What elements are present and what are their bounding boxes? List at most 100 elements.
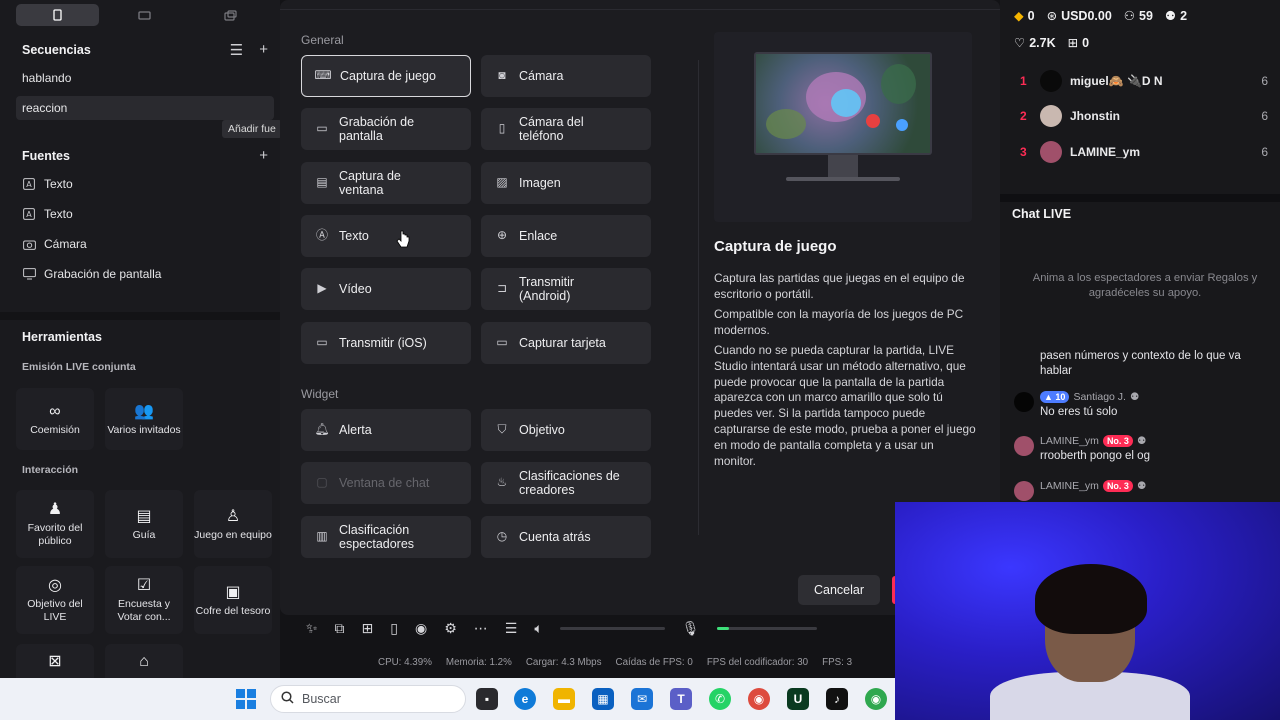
rank-badge: No. 3 [1102,480,1133,493]
add-source-icon[interactable]: + [259,147,268,164]
audience-icon: ♟ [47,501,63,519]
store-icon[interactable]: ▦ [592,688,614,710]
dual-tab[interactable] [189,4,272,26]
source-item[interactable]: Grabación de pantalla [22,267,161,281]
option-game-capture[interactable]: ⌨ Captura de juego [301,55,471,97]
scenes-title: Secuencias [22,43,91,57]
tool-more-2[interactable]: ⌂ [105,644,183,678]
scene-item-hablando[interactable]: hablando [16,66,274,90]
option-window-capture[interactable]: ▤ Captura de ventana [301,162,471,204]
guests-stat: ⚉ 2 [1164,9,1188,23]
add-scene-icon[interactable]: + [259,41,268,59]
avatar [1014,392,1034,412]
folder-icon[interactable]: ▬ [553,688,575,710]
likes-stat: ♡ 2.7K [1014,36,1056,50]
camera-icon: ◙ [498,68,506,83]
tool-poll[interactable]: ☑ Encuesta y Votar con... [105,566,183,634]
ranking-row[interactable]: 3 LAMINE_ym 6 [1020,138,1268,166]
option-chat-window: ▢ Ventana de chat [301,462,471,504]
option-video[interactable]: ▶ Vídeo [301,268,471,310]
tool-team-game[interactable]: ♙ Juego en equipo [194,490,272,558]
whatsapp-icon[interactable]: ✆ [709,688,731,710]
avatar [1040,141,1062,163]
tool-more-1[interactable]: ⊠ [16,644,94,678]
option-phone-camera[interactable]: ▯ Cámara del teléfono [481,108,651,150]
podium-icon: ▥ [316,529,328,544]
option-creator-rankings[interactable]: ♨ Clasificaciones de creadores [481,462,651,504]
volume-slider[interactable] [559,626,665,630]
source-item[interactable]: Cámara [22,237,87,251]
usd-stat: ⊛ USD0.00 [1046,9,1112,23]
coin-icon: ⊛ [1046,9,1058,23]
tool-multi-guest[interactable]: 👥 Varios invitados [105,388,183,450]
layout-tabs [16,4,272,26]
poll-icon: ☑ [136,577,152,595]
option-cast-android[interactable]: ⊐ Transmitir (Android) [481,268,651,310]
option-viewer-ranking[interactable]: ▥ Clasificación espectadores [301,516,471,558]
tool-guide[interactable]: ▤ Guía [105,490,183,558]
mic-icon[interactable]: 🎙︎ [682,620,700,637]
tool-live-goal[interactable]: ◎ Objetivo del LIVE [16,566,94,634]
layout-icon[interactable]: ⊞ [362,620,374,637]
scene-item-reaccion[interactable]: reaccion [16,96,274,120]
option-countdown[interactable]: ◷ Cuenta atrás [481,516,651,558]
mail-icon[interactable]: ✉ [631,688,653,710]
option-cast-ios[interactable]: ▭ Transmitir (iOS) [301,322,471,364]
windows-start-icon[interactable] [236,689,256,709]
guide-icon: ▤ [136,507,152,525]
list-icon[interactable]: ☰ [230,41,243,59]
mixer-icon[interactable]: ☰ [505,620,518,637]
webcam-feed [895,502,1280,720]
landscape-tab[interactable] [103,4,186,26]
teams-icon[interactable]: T [670,688,692,710]
mic-level-bar[interactable] [716,626,817,630]
app-u-icon[interactable]: U [787,688,809,710]
settings-icon[interactable]: ⚙ [444,620,457,637]
follow-icon[interactable]: ⚉ [1130,390,1139,405]
detail-paragraph: Captura las partidas que juegas en el eq… [714,271,965,301]
follow-icon[interactable]: ⚉ [1137,434,1146,449]
option-image[interactable]: ▨ Imagen [481,162,651,204]
divider [698,60,699,535]
ranking-row[interactable]: 1 miguel🙈 🔌D N 6 [1020,67,1268,95]
tool-coemision[interactable]: ∞ Coemisión [16,388,94,450]
taskbar-search[interactable]: Buscar [270,685,466,713]
ranking-row[interactable]: 2 Jhonstin 6 [1020,102,1268,130]
gamepad-icon: ⌨ [314,68,332,83]
portrait-tab[interactable] [16,4,99,26]
phone-icon[interactable]: ▯ [390,620,398,637]
option-alert[interactable]: 🔔︎ Alerta [301,409,471,451]
bell-icon: 🔔︎ [314,422,330,437]
text-icon: Ⓐ [315,228,328,243]
chat-message: LAMINE_ym No. 3 ⚉ rrooberth pongo el og [1014,434,1272,463]
tiktok-live-icon[interactable]: ♪ [826,688,848,710]
option-camera[interactable]: ◙ Cámara [481,55,651,97]
source-item[interactable]: A Texto [22,177,73,191]
record-icon[interactable]: ◉ [415,620,427,637]
option-text[interactable]: Ⓐ Texto [301,215,471,257]
speaker-icon[interactable]: 🔈︎ [534,620,542,637]
option-capture-card[interactable]: ▭ Capturar tarjeta [481,322,651,364]
left-panel: Secuencias ☰ + hablando reaccion Añadir … [0,0,282,678]
gifts-stat: ⊞ 0 [1067,36,1090,50]
more-icon[interactable]: ⋯ [474,620,488,637]
rank-badge: No. 3 [1102,435,1133,448]
effects-icon[interactable]: ⧉ [335,620,345,637]
tool-treasure-chest[interactable]: ▣ Cofre del tesoro [194,566,272,634]
cancel-button[interactable]: Cancelar [798,575,880,605]
chrome-profile-icon[interactable]: ◉ [865,688,887,710]
magic-icon[interactable]: ✨︎ [306,620,318,637]
tool-audience-favorite[interactable]: ♟ Favorito del público [16,490,94,558]
option-link[interactable]: ⊕ Enlace [481,215,651,257]
cpu-stat: CPU: 4.39% [378,657,432,668]
task-view-icon[interactable]: ▪ [476,688,498,710]
encoder-fps-stat: FPS del codificador: 30 [706,657,809,668]
chat-hint: Anima a los espectadores a enviar Regalo… [1032,272,1258,299]
option-screen-recording[interactable]: ▭ Grabación de pantalla [301,108,471,150]
option-goal[interactable]: ⛉ Objetivo [481,409,651,451]
memory-stat: Memoria: 1.2% [445,657,512,668]
edge-icon[interactable]: e [514,688,536,710]
source-item[interactable]: A Texto [22,207,73,221]
follow-icon[interactable]: ⚉ [1137,479,1146,494]
chrome-icon[interactable]: ◉ [748,688,770,710]
